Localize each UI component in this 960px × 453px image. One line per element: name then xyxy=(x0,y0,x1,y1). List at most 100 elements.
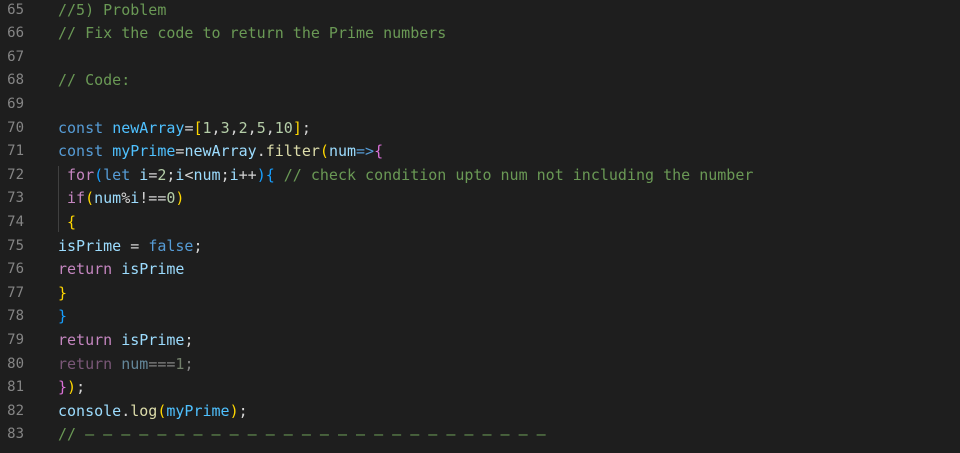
code-token: // check condition upto num not includin… xyxy=(283,165,754,184)
code-line[interactable]: 77} xyxy=(0,282,960,306)
code-token: } xyxy=(58,283,68,302)
code-token: { xyxy=(374,142,384,161)
code-token: === xyxy=(148,354,176,373)
code-line[interactable]: 83 // – – – – – – – – – – – – – – – – – –… xyxy=(0,423,960,447)
code-token: num xyxy=(94,189,122,208)
code-token: num xyxy=(193,165,221,184)
code-line[interactable]: 81}); xyxy=(0,376,960,400)
code-text: const newArray=[1,3,2,5,10]; xyxy=(58,117,311,141)
code-token: = xyxy=(148,165,158,184)
code-text: }); xyxy=(58,376,85,400)
code-token: 2 xyxy=(238,118,248,137)
code-token: myPrime xyxy=(166,401,230,420)
line-number: 65 xyxy=(7,1,24,18)
code-token: console xyxy=(58,401,122,420)
line-number: 74 xyxy=(7,213,24,230)
code-token: myPrime xyxy=(112,142,176,161)
code-token: ; xyxy=(184,354,194,373)
code-line[interactable]: 65 //5) Problem xyxy=(0,0,960,22)
code-line[interactable]: 75 isPrime = false; xyxy=(0,235,960,259)
code-line[interactable]: 66 // Fix the code to return the Prime nu… xyxy=(0,22,960,46)
code-token: ) xyxy=(175,189,185,208)
code-line[interactable]: 82 console.log(myPrime); xyxy=(0,400,960,424)
code-text: } xyxy=(58,282,67,306)
code-token: { xyxy=(265,165,275,184)
code-line[interactable]: 78} xyxy=(0,305,960,329)
code-text: if(num%i!==0) xyxy=(58,187,184,211)
line-number: 79 xyxy=(7,331,24,348)
line-number: 82 xyxy=(7,402,24,419)
code-token: for xyxy=(67,165,95,184)
code-token: 5 xyxy=(256,118,266,137)
line-number: 81 xyxy=(7,379,24,396)
code-token: ++ xyxy=(238,165,257,184)
code-token: => xyxy=(356,142,375,161)
code-token: isPrime xyxy=(58,236,122,255)
code-token: [ xyxy=(193,118,203,137)
code-token: isPrime xyxy=(121,260,185,279)
code-token: , xyxy=(265,118,275,137)
code-text: { xyxy=(58,211,76,235)
code-text: //5) Problem xyxy=(58,0,166,22)
code-text: isPrime = false; xyxy=(58,235,203,259)
code-text: for(let i=2;i<num;i++){ // check conditi… xyxy=(58,164,753,188)
code-token: ( xyxy=(85,189,95,208)
line-number: 77 xyxy=(7,284,24,301)
line-number: 78 xyxy=(7,308,24,325)
code-token: num xyxy=(121,354,149,373)
code-token: false xyxy=(148,236,194,255)
code-token: . xyxy=(256,142,266,161)
line-number: 67 xyxy=(7,48,24,65)
line-number: 70 xyxy=(7,119,24,136)
code-text: // – – – – – – – – – – – – – – – – – – –… xyxy=(58,423,546,447)
code-line[interactable]: 67 xyxy=(0,46,960,70)
code-token: ; xyxy=(76,378,86,397)
code-text: // Code: xyxy=(58,69,130,93)
code-token: ] xyxy=(292,118,302,137)
code-token: if xyxy=(67,189,86,208)
code-token: isPrime xyxy=(121,330,185,349)
code-token: ; xyxy=(301,118,311,137)
code-line[interactable]: 69 xyxy=(0,93,960,117)
code-line[interactable]: 80 return num===1; xyxy=(0,353,960,377)
code-line[interactable]: 72 for(let i=2;i<num;i++){ // check cond… xyxy=(0,164,960,188)
line-number: 75 xyxy=(7,237,24,254)
line-number: 71 xyxy=(7,143,24,160)
code-line[interactable]: 71 const myPrime=newArray.filter(num=>{ xyxy=(0,140,960,164)
code-line[interactable]: 68 // Code: xyxy=(0,69,960,93)
code-token: ; xyxy=(238,401,248,420)
code-token: ; xyxy=(184,330,194,349)
code-line[interactable]: 70 const newArray=[1,3,2,5,10]; xyxy=(0,117,960,141)
line-number: 69 xyxy=(7,95,24,112)
code-editor[interactable]: 65 //5) Problem 66 // Fix the code to retur… xyxy=(0,0,960,453)
code-token: ) xyxy=(67,378,77,397)
code-text: const myPrime=newArray.filter(num=>{ xyxy=(58,140,383,164)
line-number: 80 xyxy=(7,355,24,372)
code-line[interactable]: 76 return isPrime xyxy=(0,258,960,282)
line-number: 72 xyxy=(7,166,24,183)
code-token: // Fix the code to return the Prime numb… xyxy=(58,24,447,43)
code-token: const xyxy=(58,118,104,137)
code-token: } xyxy=(58,307,68,326)
code-token: , xyxy=(229,118,239,137)
code-token: ) xyxy=(229,401,239,420)
code-token: let xyxy=(103,165,131,184)
code-token: ) xyxy=(256,165,266,184)
code-token: ( xyxy=(319,142,329,161)
code-token: return xyxy=(58,260,113,279)
code-token: . xyxy=(121,401,131,420)
code-line[interactable]: 74 { xyxy=(0,211,960,235)
code-token: // Code: xyxy=(58,71,131,90)
code-token: = xyxy=(121,236,149,255)
code-line[interactable]: 79 return isPrime; xyxy=(0,329,960,353)
code-token: 1 xyxy=(202,118,212,137)
code-line[interactable]: 73 if(num%i!==0) xyxy=(0,187,960,211)
line-number: 76 xyxy=(7,261,24,278)
code-token: 3 xyxy=(220,118,230,137)
